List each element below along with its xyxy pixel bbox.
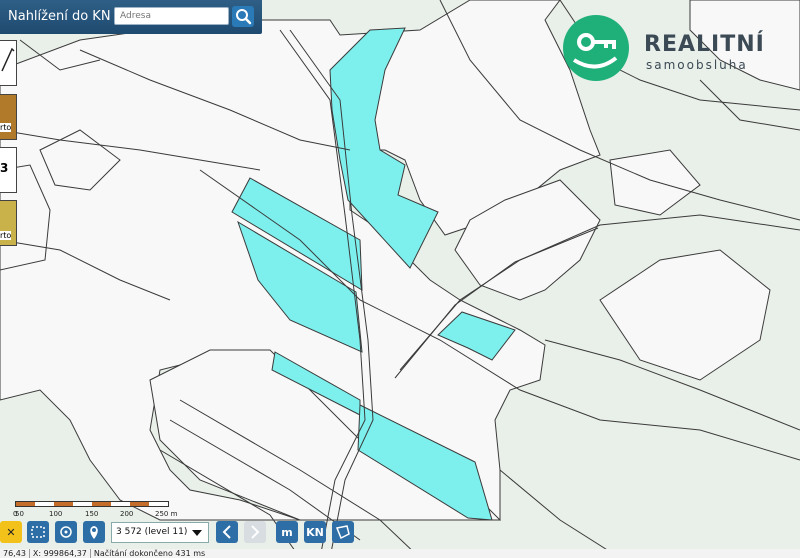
search-button[interactable] [232, 6, 254, 27]
scale-tick: 150 [85, 510, 99, 518]
scale-tick: 50 [15, 510, 24, 518]
chevron-right-icon [251, 525, 260, 539]
search-icon [236, 9, 252, 25]
status-bar: 76,43 X: 999864,37 Načítání dokončeno 431 … [0, 549, 800, 558]
clear-button[interactable]: ✕ [0, 521, 22, 543]
key-house-logo-icon [563, 15, 629, 81]
locate-button[interactable] [55, 521, 77, 543]
address-search-input[interactable] [114, 7, 229, 25]
app-title: Nahlížení do KN [8, 9, 111, 24]
select-area-button[interactable] [27, 521, 49, 543]
polygon-select-icon [335, 525, 350, 540]
svg-text:3: 3 [0, 161, 8, 175]
kn-label: KN [306, 525, 324, 539]
marker-button[interactable] [83, 521, 105, 543]
measure-icon: m [281, 525, 293, 539]
scale-tick: 100 [49, 510, 63, 518]
coordinate-x: X: 999864,37 [29, 549, 91, 558]
crosshair-icon [60, 526, 72, 538]
polygon-tool-button[interactable] [332, 521, 354, 543]
chevron-left-icon [222, 525, 231, 539]
layer-label: rto [0, 231, 12, 240]
close-icon: ✕ [6, 525, 16, 539]
zoom-level-select[interactable]: 3 572 (level 11) [111, 522, 209, 543]
map-pin-icon [90, 526, 98, 539]
layer-thumbnail-2[interactable]: rto [0, 94, 17, 140]
layer-label: rto [0, 123, 12, 132]
scale-tick: 200 [120, 510, 134, 518]
brand-name: REALITNÍ [644, 32, 765, 57]
kn-button[interactable]: KN [304, 521, 326, 543]
select-rectangle-icon [31, 526, 45, 538]
layer-thumbnail-4[interactable]: rto [0, 200, 17, 246]
brand-tagline: samoobsluha [646, 58, 748, 72]
map-sheet-icon [1, 47, 15, 72]
zoom-forward-button[interactable] [244, 521, 266, 543]
chevron-down-icon [192, 530, 202, 536]
measure-button[interactable]: m [276, 521, 298, 543]
scale-tick: 250 m [155, 510, 178, 518]
brand-watermark: REALITNÍ samoobsluha [560, 14, 790, 84]
layer-thumbnail-3[interactable]: 3 [0, 147, 17, 193]
scale-bar [15, 501, 169, 507]
layer-thumbnail-1[interactable] [0, 40, 17, 86]
zoom-back-button[interactable] [216, 521, 238, 543]
app-header: Nahlížení do KN [0, 0, 262, 34]
coordinate-y: 76,43 [0, 549, 30, 558]
zoom-level-value: 3 572 (level 11) [116, 527, 188, 537]
map-sheet-icon: 3 [0, 161, 8, 175]
load-status: Načítání dokončeno 431 ms [93, 549, 206, 558]
